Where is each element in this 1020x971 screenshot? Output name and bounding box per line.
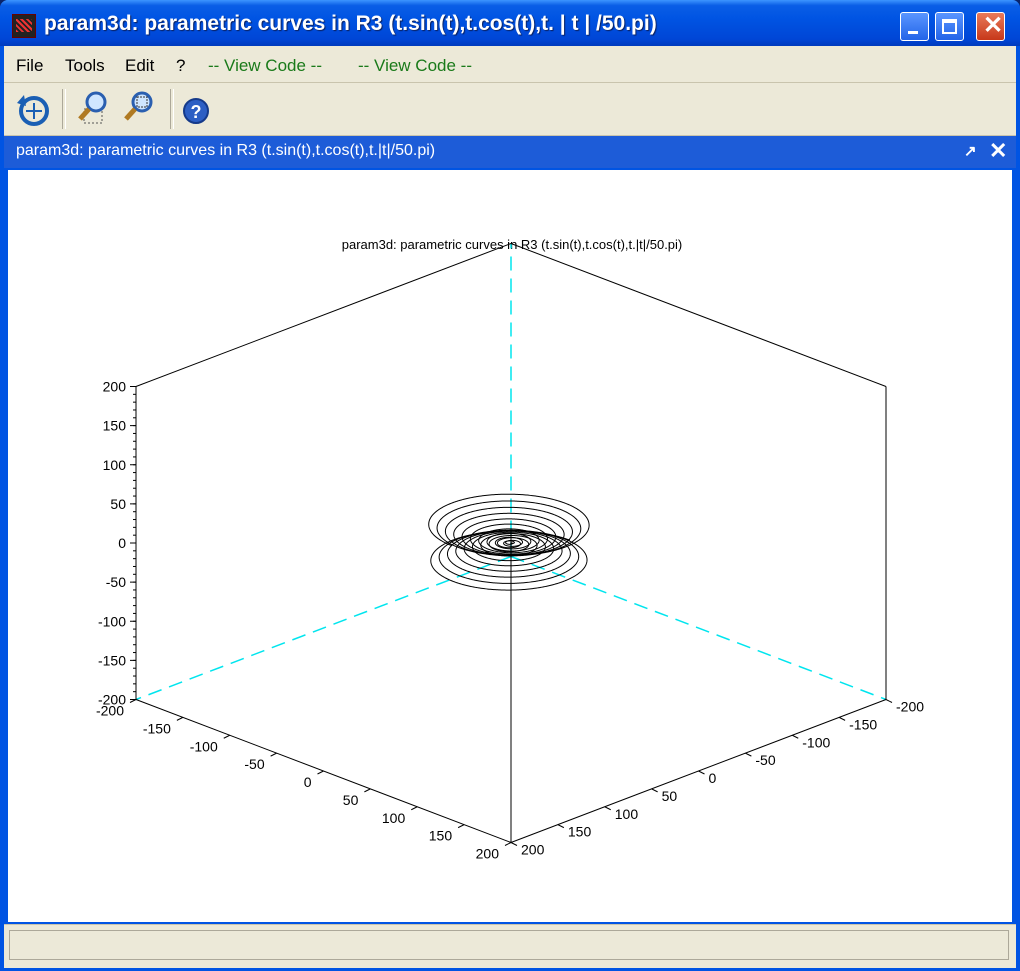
zoom-button[interactable] [74, 89, 114, 129]
svg-text:?: ? [191, 102, 202, 122]
y-tick [698, 770, 705, 775]
y-tick [885, 699, 893, 703]
y-tick-label: -100 [802, 734, 830, 750]
curve-upper [428, 493, 590, 557]
menu-view-code-2[interactable]: -- View Code -- [358, 56, 472, 76]
menu-file[interactable]: File [16, 56, 43, 76]
hidden-edge [510, 555, 887, 701]
z-tick-label: 200 [103, 379, 127, 395]
x-tick [364, 788, 371, 793]
x-tick [270, 752, 277, 757]
x-tick [504, 842, 512, 846]
minimize-button[interactable] [900, 12, 929, 41]
z-tick-label: 100 [103, 457, 127, 473]
y-tick-label: -50 [755, 752, 775, 768]
y-tick-label: 50 [662, 788, 678, 804]
menu-help[interactable]: ? [176, 56, 185, 76]
panel-close-icon[interactable]: ✕ [989, 138, 1007, 164]
param3d-plot[interactable]: param3d: parametric curves in R3 (t.sin(… [8, 170, 1012, 922]
y-tick-label: 200 [521, 842, 545, 858]
z-tick-label: -100 [98, 613, 126, 629]
y-tick-label: 150 [568, 824, 592, 840]
app-window: param3d: parametric curves in R3 (t.sin(… [0, 0, 1020, 971]
y-tick [651, 788, 658, 793]
close-icon: ✕ [983, 12, 1004, 39]
z-tick-label: 0 [118, 535, 126, 551]
help-button[interactable]: ? [180, 89, 220, 129]
undock-icon[interactable]: ↗ [964, 142, 977, 160]
app-icon[interactable] [12, 14, 36, 38]
x-tick [411, 806, 418, 811]
z-tick-label: -150 [98, 652, 126, 668]
toolbar-separator [170, 89, 174, 129]
window-title: param3d: parametric curves in R3 (t.sin(… [44, 12, 657, 35]
close-button[interactable]: ✕ [976, 12, 1005, 41]
box-edge [135, 243, 512, 387]
curve-lower [430, 529, 588, 591]
x-tick-label: -100 [190, 738, 218, 754]
menu-bar: File Tools Edit ? -- View Code -- -- Vie… [4, 46, 1016, 83]
y-tick [510, 842, 518, 846]
x-tick [223, 734, 230, 739]
rotate-button[interactable] [12, 89, 52, 129]
z-tick-label: 150 [103, 418, 127, 434]
y-tick [838, 716, 846, 721]
x-tick [317, 770, 324, 775]
z-tick-label: -50 [106, 574, 126, 590]
maximize-icon [942, 19, 957, 34]
x-tick-label: 200 [476, 846, 500, 862]
x-tick [457, 824, 465, 829]
y-tick-label: -200 [896, 699, 924, 715]
rotate-icon [17, 95, 49, 126]
x-tick [176, 716, 184, 721]
y-tick [557, 824, 565, 829]
y-tick [745, 752, 752, 757]
z-tick-label: 50 [110, 496, 126, 512]
x-tick-label: 50 [343, 792, 359, 808]
toolbar: ? [4, 83, 1016, 136]
status-bar [4, 924, 1016, 968]
unzoom-icon [124, 91, 153, 121]
x-tick-label: 100 [382, 810, 406, 826]
title-bar[interactable]: param3d: parametric curves in R3 (t.sin(… [0, 0, 1020, 46]
x-tick-label: 150 [429, 828, 453, 844]
axis-ticks: 200 150 100 50 0 -50 -100 -150 -200 -200 -150 -100 -… [96, 379, 924, 862]
menu-view-code-1[interactable]: -- View Code -- [208, 56, 322, 76]
minimize-icon [908, 31, 918, 34]
graphic-panel-header: param3d: parametric curves in R3 (t.sin(… [4, 136, 1016, 168]
plot-canvas[interactable]: param3d: parametric curves in R3 (t.sin(… [8, 170, 1012, 922]
zoom-icon [78, 91, 107, 124]
y-tick [792, 734, 799, 739]
menu-edit[interactable]: Edit [125, 56, 154, 76]
x-tick-label: -50 [244, 756, 264, 772]
maximize-button[interactable] [935, 12, 964, 41]
help-icon: ? [183, 98, 209, 124]
curve-group [428, 493, 590, 591]
x-tick-label: 0 [304, 774, 312, 790]
y-tick-label: -150 [849, 716, 877, 732]
toolbar-separator [62, 89, 66, 129]
panel-title: param3d: parametric curves in R3 (t.sin(… [16, 142, 436, 159]
y-tick [604, 806, 611, 811]
x-tick-label: -200 [96, 703, 124, 719]
unzoom-button[interactable] [120, 89, 160, 129]
status-field [9, 930, 1009, 960]
x-tick-label: -150 [143, 720, 171, 736]
box-edge [510, 243, 887, 387]
chart-title: param3d: parametric curves in R3 (t.sin(… [342, 237, 683, 252]
y-tick-label: 0 [709, 770, 717, 786]
y-tick-label: 100 [615, 806, 639, 822]
hidden-edge [135, 555, 512, 701]
menu-tools[interactable]: Tools [65, 56, 105, 76]
